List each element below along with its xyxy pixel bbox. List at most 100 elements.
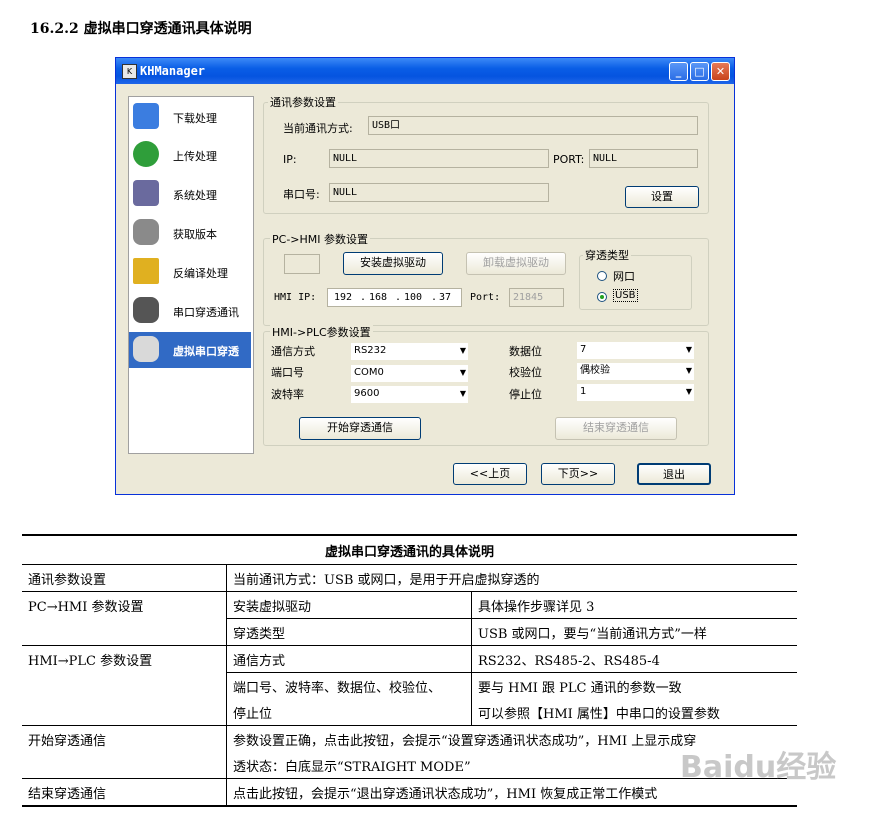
sidebar-item-version[interactable]: 获取版本	[129, 215, 251, 251]
maximize-button[interactable]: □	[690, 62, 709, 81]
sidebar-item-label: 串口穿透通讯	[173, 306, 239, 319]
table-row: HMI→PLC 参数设置 通信方式 RS232、RS485-2、RS485-4	[22, 645, 797, 673]
table-cell	[22, 752, 227, 779]
table-cell: 结束穿透通信	[22, 778, 227, 807]
sidebar-item-download[interactable]: 下载处理	[129, 99, 251, 135]
table-cell: RS232、RS485-2、RS485-4	[471, 645, 797, 673]
uninstall-driver-button[interactable]: 卸载虚拟驱动	[466, 252, 566, 275]
upload-icon	[133, 141, 159, 167]
data-bits-label: 数据位	[509, 345, 542, 358]
port-field: NULL	[589, 149, 698, 168]
sidebar-item-serial[interactable]: 串口穿透通讯	[129, 293, 251, 329]
sidebar-item-system[interactable]: 系统处理	[129, 176, 251, 212]
serial-port-label: 串口号:	[283, 188, 320, 201]
close-button[interactable]: ✕	[711, 62, 730, 81]
install-driver-button[interactable]: 安装虚拟驱动	[343, 252, 443, 275]
comm-mode-label: 当前通讯方式:	[283, 122, 353, 135]
table-cell: 开始穿透通信	[22, 725, 227, 752]
section-heading: 16.2.2 虚拟串口穿透通讯具体说明	[30, 21, 252, 37]
sidebar-item-label: 下载处理	[173, 112, 217, 125]
table-row: PC→HMI 参数设置 安装虚拟驱动 具体操作步骤详见 3	[22, 591, 797, 619]
table-cell: 要与 HMI 跟 PLC 通讯的参数一致	[471, 672, 797, 699]
table-cell: 通信方式	[226, 645, 472, 673]
watermark-logo: Baidu经验	[680, 750, 837, 785]
table-cell: 通讯参数设置	[22, 564, 227, 592]
comm-mode-field: USB口	[368, 116, 698, 135]
radio-usb-label: USB	[613, 289, 638, 302]
table-row: 停止位 可以参照【HMI 属性】中串口的设置参数	[22, 699, 797, 726]
ip-dot: .	[395, 292, 402, 303]
hmi-ip-input[interactable]: 192 . 168 . 100 . 37	[327, 288, 462, 307]
table-cell: 安装虚拟驱动	[226, 591, 472, 619]
table-cell: 穿透类型	[226, 618, 472, 646]
table-row: 通讯参数设置 当前通讯方式：USB 或网口，是用于开启虚拟穿透的	[22, 564, 797, 592]
app-icon: K	[122, 64, 137, 79]
stop-bits-select[interactable]: 1 ▼	[577, 384, 694, 401]
table-title: 虚拟串口穿透通讯的具体说明	[22, 534, 797, 565]
port-number-value: COM0	[354, 367, 384, 378]
sidebar-item-decompile[interactable]: 反编译处理	[129, 254, 251, 290]
sidebar: 下载处理 上传处理 系统处理 获取版本 反编译处理 串口穿透通讯 虚拟串口穿透	[128, 96, 254, 454]
ip-dot: .	[431, 292, 438, 303]
settings-button[interactable]: 设置	[625, 186, 699, 208]
table-cell	[22, 618, 227, 646]
ip-octet-3: 100	[404, 292, 423, 303]
comm-mode-select[interactable]: RS232 ▼	[351, 343, 468, 360]
baud-rate-select[interactable]: 9600 ▼	[351, 386, 468, 403]
radio-network-label: 网口	[613, 270, 635, 283]
baud-rate-label: 波特率	[271, 388, 304, 401]
sidebar-item-virtual-serial[interactable]: 虚拟串口穿透	[129, 332, 251, 368]
end-passthrough-button[interactable]: 结束穿透通信	[555, 417, 677, 440]
parity-value: 偶校验	[580, 365, 610, 376]
ip-field: NULL	[329, 149, 549, 168]
parity-select[interactable]: 偶校验 ▼	[577, 363, 694, 380]
version-icon	[133, 219, 159, 245]
data-bits-select[interactable]: 7 ▼	[577, 342, 694, 359]
chevron-down-icon: ▼	[459, 389, 466, 398]
next-page-button[interactable]: 下页>>	[541, 463, 615, 485]
baud-rate-value: 9600	[354, 388, 380, 399]
port-number-select[interactable]: COM0 ▼	[351, 365, 468, 382]
chevron-down-icon: ▼	[459, 368, 466, 377]
passthrough-type-title: 穿透类型	[583, 247, 631, 263]
table-cell: 停止位	[226, 699, 472, 726]
table-cell: 具体操作步骤详见 3	[471, 591, 797, 619]
title-bar[interactable]: K KHManager _ □ ✕	[116, 58, 734, 84]
comm-mode-value: RS232	[354, 345, 387, 356]
port-label: PORT:	[553, 153, 585, 166]
minimize-button[interactable]: _	[669, 62, 688, 81]
ip-octet-1: 192	[334, 292, 353, 303]
serial-port-field: NULL	[329, 183, 549, 202]
radio-network[interactable]	[597, 271, 607, 281]
chevron-down-icon: ▼	[685, 387, 692, 396]
chevron-down-icon: ▼	[685, 366, 692, 375]
sidebar-item-upload[interactable]: 上传处理	[129, 137, 251, 173]
ip-octet-4: 37	[439, 292, 452, 303]
chevron-down-icon: ▼	[685, 345, 692, 354]
system-icon	[133, 180, 159, 206]
radio-usb[interactable]	[597, 292, 607, 302]
ip-octet-2: 168	[369, 292, 388, 303]
serial-icon	[133, 297, 159, 323]
exit-button[interactable]: 退出	[637, 463, 711, 485]
sidebar-item-label: 上传处理	[173, 150, 217, 163]
stop-bits-value: 1	[580, 386, 587, 397]
data-bits-value: 7	[580, 344, 587, 355]
khmanager-window: K KHManager _ □ ✕ 下载处理 上传处理 系统处理 获取版本 反编…	[115, 57, 735, 495]
hmi-port-label: Port:	[470, 292, 501, 303]
table-cell: HMI→PLC 参数设置	[22, 645, 227, 673]
close-icon: ✕	[715, 65, 726, 78]
parity-label: 校验位	[509, 366, 542, 379]
hmi-plc-title: HMI->PLC参数设置	[270, 324, 373, 340]
window-title: KHManager	[140, 64, 206, 78]
table-cell: USB 或网口，要与“当前通讯方式”一样	[471, 618, 797, 646]
comm-params-title: 通讯参数设置	[268, 94, 338, 110]
pc-hmi-title: PC->HMI 参数设置	[270, 231, 371, 247]
table-cell: PC→HMI 参数设置	[22, 591, 227, 619]
sidebar-item-label: 获取版本	[173, 228, 217, 241]
prev-page-button[interactable]: <<上页	[453, 463, 527, 485]
start-passthrough-button[interactable]: 开始穿透通信	[299, 417, 421, 440]
table-cell: 可以参照【HMI 属性】中串口的设置参数	[478, 706, 720, 722]
download-icon	[133, 103, 159, 129]
port-number-label: 端口号	[271, 366, 304, 379]
